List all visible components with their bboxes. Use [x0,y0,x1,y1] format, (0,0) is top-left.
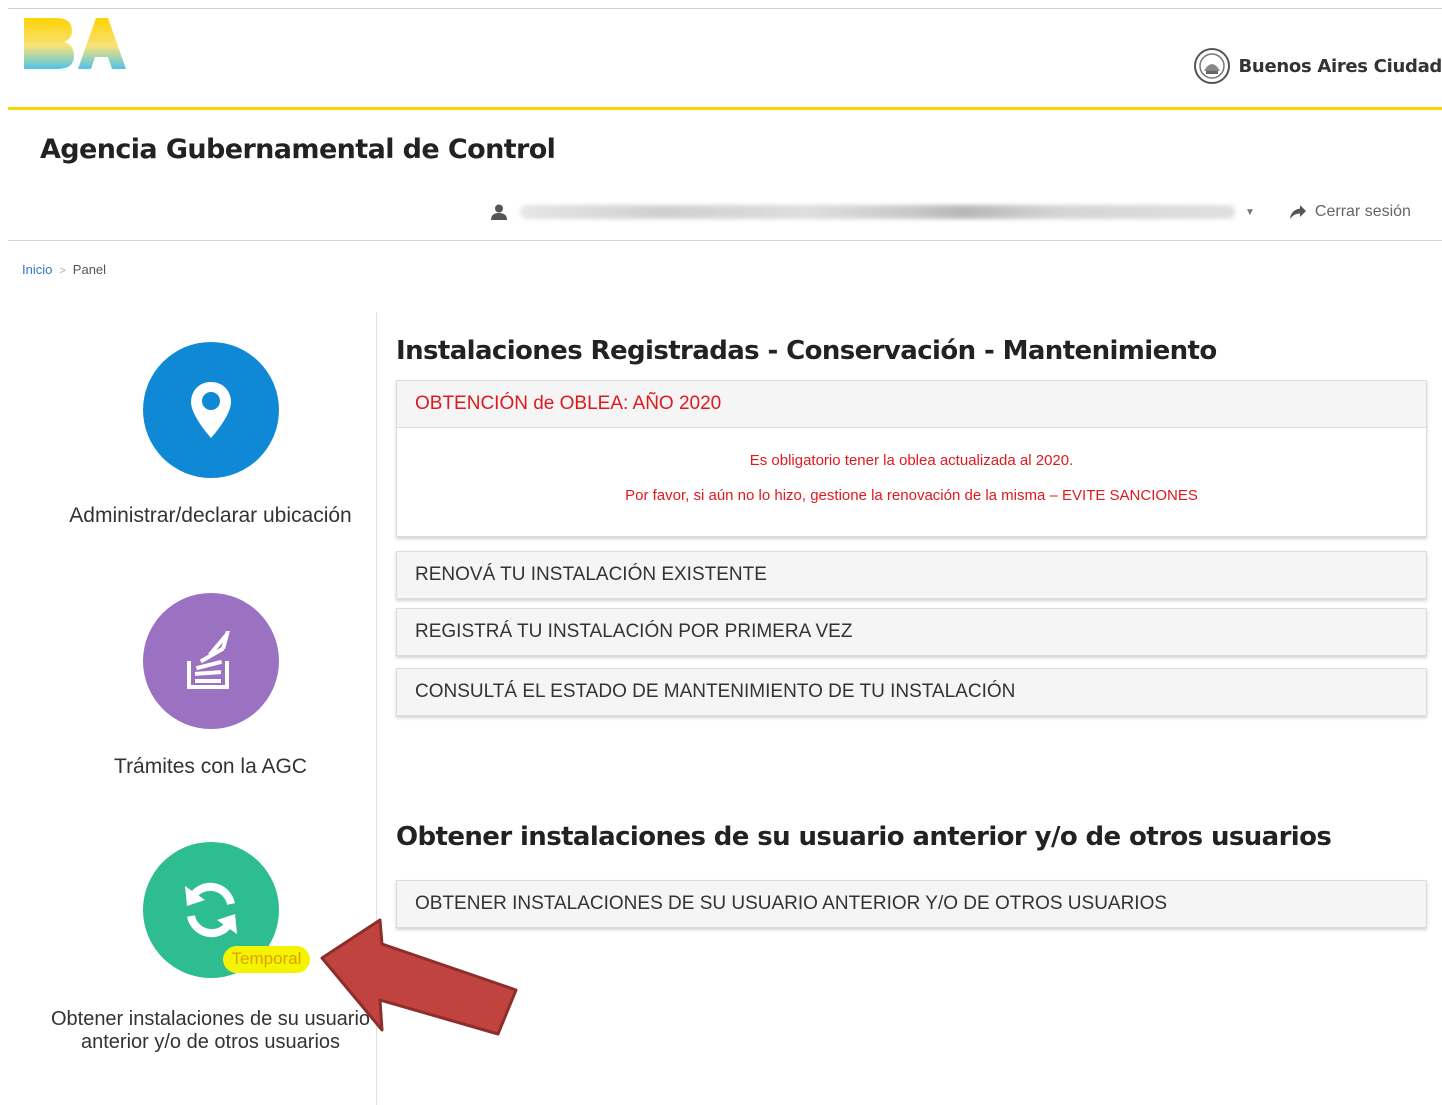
share-arrow-icon [1289,205,1306,219]
logout-label: Cerrar sesión [1314,203,1411,220]
user-icon [491,204,507,220]
stack-documents-icon [186,631,231,689]
oblea-notice-title[interactable]: OBTENCIÓN de OBLEA: AÑO 2020 [397,381,1426,428]
section-title-instalaciones: Instalaciones Registradas - Conservación… [396,336,1217,366]
temporal-badge: Temporal [222,946,311,973]
breadcrumb: Inicio > Panel [22,262,106,277]
tile-circle[interactable] [142,593,279,729]
user-name-redacted[interactable] [520,205,1235,219]
tile-label: Administrar/declarar ubicación [69,504,352,527]
oblea-notice-body: Es obligatorio tener la oblea actualizad… [397,428,1426,536]
notice-line-2: Por favor, si aún no lo hizo, gestione l… [625,487,1198,504]
registra-instalacion-button[interactable]: REGISTRÁ TU INSTALACIÓN POR PRIMERA VEZ [396,608,1427,656]
tile-label: Trámites con la AGC [114,755,307,778]
header-accent-bar [8,107,1442,110]
breadcrumb-home-link[interactable]: Inicio [22,262,52,277]
logout-link[interactable]: Cerrar sesión [1289,203,1411,221]
refresh-icon [184,882,237,938]
tile-tramites-agc[interactable]: Trámites con la AGC [48,593,373,779]
header-divider [8,240,1442,241]
location-pin-icon [190,382,231,438]
tile-circle[interactable] [142,342,279,478]
panel-label: REGISTRÁ TU INSTALACIÓN POR PRIMERA VEZ [397,609,1426,655]
panel-label: RENOVÁ TU INSTALACIÓN EXISTENTE [397,552,1426,598]
renova-instalacion-button[interactable]: RENOVÁ TU INSTALACIÓN EXISTENTE [396,551,1427,599]
ba-logo[interactable] [22,14,126,72]
breadcrumb-current: Panel [72,262,107,277]
consulta-estado-button[interactable]: CONSULTÁ EL ESTADO DE MANTENIMIENTO DE T… [396,668,1427,716]
city-name: Buenos Aires Ciudad [1238,55,1442,77]
city-brand[interactable]: Buenos Aires Ciudad [1193,42,1442,90]
section-title-obtener: Obtener instalaciones de su usuario ante… [396,822,1332,852]
user-menu-caret-icon[interactable]: ▼ [1245,207,1255,218]
annotation-arrow-icon [320,918,518,1036]
tile-circle[interactable]: Temporal [142,842,311,978]
breadcrumb-separator: > [59,265,66,277]
tile-administrar-ubicacion[interactable]: Administrar/declarar ubicación [48,342,373,528]
obtener-instalaciones-button[interactable]: OBTENER INSTALACIONES DE SU USUARIO ANTE… [396,880,1427,928]
panel-label: OBTENER INSTALACIONES DE SU USUARIO ANTE… [397,881,1426,927]
city-seal-icon [1193,48,1230,84]
panel-label: CONSULTÁ EL ESTADO DE MANTENIMIENTO DE T… [397,669,1426,715]
oblea-notice-panel: OBTENCIÓN de OBLEA: AÑO 2020 Es obligato… [396,380,1427,537]
agency-title: Agencia Gubernamental de Control [40,134,556,165]
top-border [8,8,1442,9]
user-bar: ▼ Cerrar sesión [490,198,1426,226]
notice-line-1: Es obligatorio tener la oblea actualizad… [749,452,1074,469]
